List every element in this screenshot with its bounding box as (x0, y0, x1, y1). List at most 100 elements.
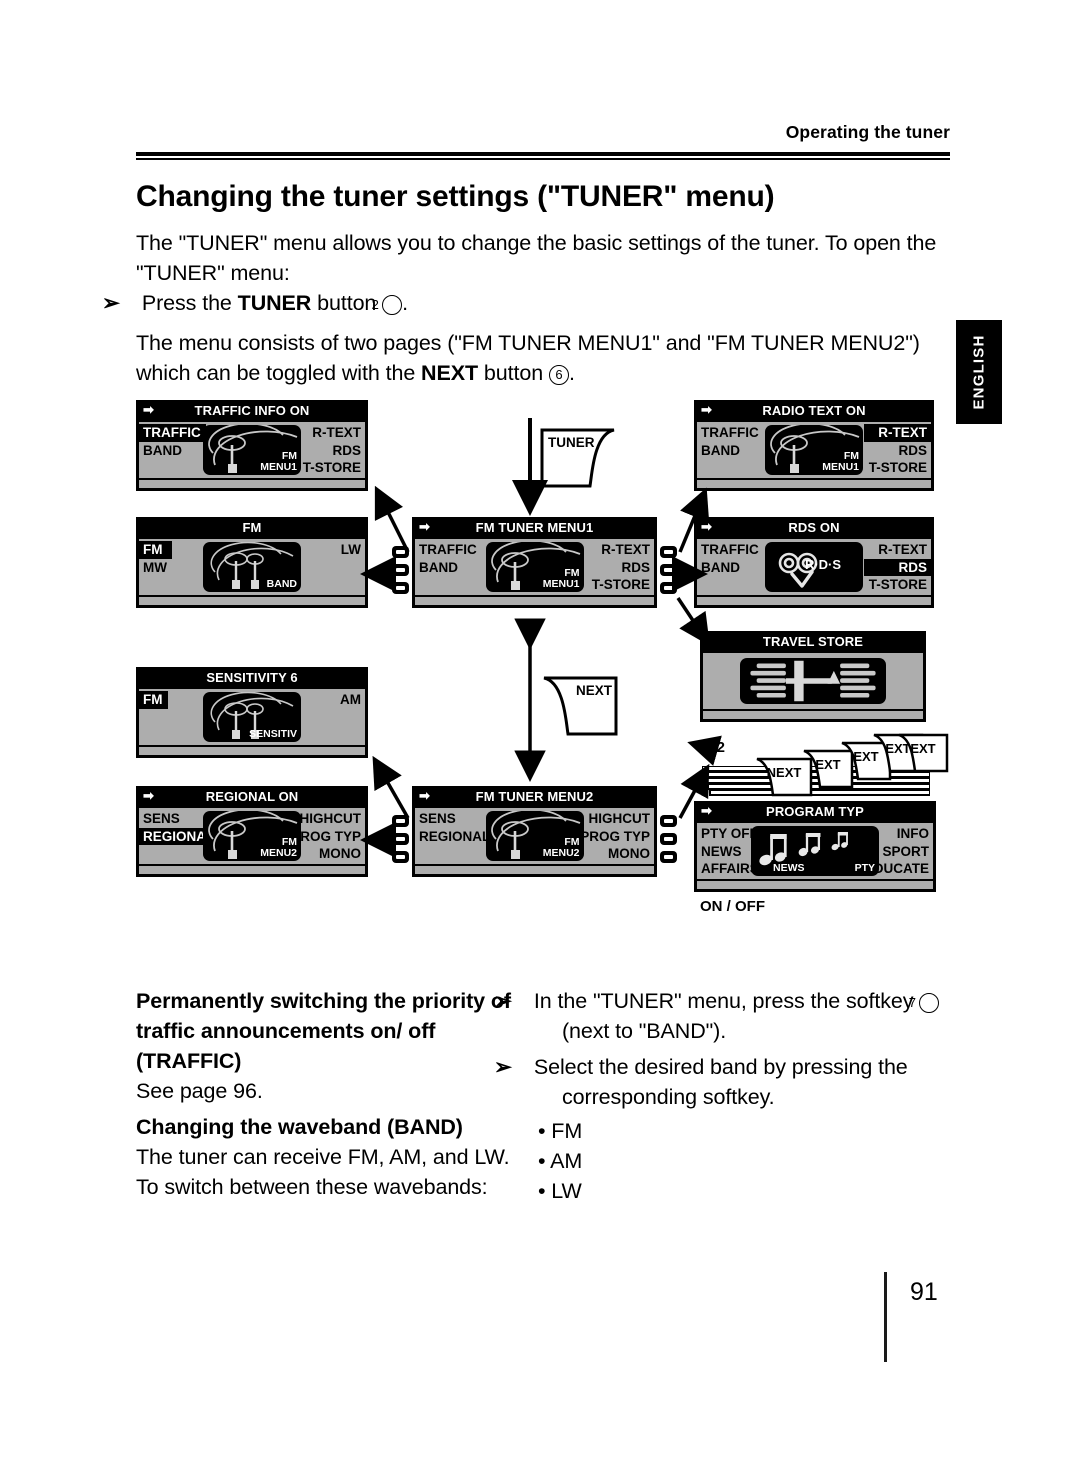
softkey-label[interactable]: RDS (587, 559, 654, 577)
softkey-button-menu2-left-3[interactable] (392, 851, 409, 863)
tuner-card[interactable]: TUNER (540, 428, 616, 488)
softkey-label[interactable]: MONO (575, 845, 654, 863)
softkey-label[interactable]: BAND (415, 559, 482, 577)
callout-number-2: 2 (372, 295, 403, 315)
panel-left-softkey-labels: TRAFFIC BAND (139, 424, 206, 459)
softkey-label[interactable]: T-STORE (864, 576, 931, 594)
onoff-label: ON / OFF (700, 898, 765, 915)
language-tab-english: ENGLISH (956, 320, 1002, 424)
callout-number-7: 7 (909, 993, 940, 1013)
next-card-label: NEXT (575, 683, 612, 698)
softkey-label[interactable]: TRAFFIC (697, 541, 764, 559)
softkey-label[interactable]: RDS (298, 442, 365, 460)
softkey-label[interactable]: R-TEXT (864, 541, 931, 559)
softkey-label[interactable]: T-STORE (587, 576, 654, 594)
softkey-label[interactable]: HIGHCUT (575, 810, 654, 828)
panel-right-softkey-labels: R-TEXT RDS T-STORE (863, 541, 931, 594)
softkey-button-menu1-right-3[interactable] (660, 582, 677, 594)
softkey-button-menu1-right-2[interactable] (660, 564, 677, 576)
antenna-one-icon: FM MENU1 (765, 425, 863, 475)
band-step-2-text: Select the desired band by pressing the … (533, 1055, 908, 1109)
running-head: Operating the tuner (785, 122, 950, 142)
panel-title-text: PROGRAM TYP (766, 803, 864, 819)
panel-footer-bar (697, 597, 931, 605)
softkey-button-menu2-left-1[interactable] (392, 815, 409, 827)
softkey-label[interactable]: R-TEXT (298, 424, 365, 442)
softkey-label[interactable]: TRAFFIC (697, 424, 764, 442)
softkey-label[interactable]: REGIONAL (415, 828, 495, 846)
softkey-button-menu1-left-2[interactable] (392, 564, 409, 576)
intro-paragraph-1: The "TUNER" menu allows you to change th… (136, 231, 937, 285)
softkey-button-menu1-left-3[interactable] (392, 582, 409, 594)
softkey-label[interactable]: BAND (697, 559, 764, 577)
softkey-button-menu1-right-1[interactable] (660, 546, 677, 558)
page-title: Changing the tuner settings ("TUNER" men… (136, 180, 775, 213)
softkey-button-menu2-right-2[interactable] (660, 833, 677, 845)
panel-title-text: RADIO TEXT ON (762, 402, 866, 418)
antenna-one-icon: FM MENU1 (485, 542, 584, 592)
screen-tag: SENSITIV (249, 728, 297, 740)
softkey-label[interactable]: BAND (139, 442, 206, 460)
softkey-button-menu2-right-1[interactable] (660, 815, 677, 827)
softkey-label[interactable]: R-TEXT (587, 541, 654, 559)
panel-footer-bar (139, 747, 365, 755)
menu-pages-text-post: . (568, 361, 575, 385)
softkey-label[interactable]: T-STORE (298, 459, 365, 477)
softkey-label[interactable]: TRAFFIC (415, 541, 482, 559)
panel-body: PTY OFF NEWS AFFAIRS INFO SPORT EDUCATE NEWS PT… (697, 823, 933, 879)
panel-body: FM AM SENSITIV (139, 689, 365, 745)
panel-title-bar: ➡ TRAFFIC INFO ON (143, 402, 310, 418)
panel-body (703, 653, 923, 709)
panel-title-text: REGIONAL ON (205, 788, 299, 804)
display-panel-program-typ: ➡ PROGRAM TYP PTY OFF NEWS AFFAIRS INFO SPORT E… (694, 801, 936, 892)
bottom-right-column: ➢ In the "TUNER" menu, press the softkey… (494, 986, 948, 1206)
panel-body: SENS REGIONAL HIGHCUT PROG TYP MONO FM MENU2 (415, 808, 654, 864)
panel-title-bar: ➡ FM TUNER MENU1 (419, 519, 594, 535)
softkey-label[interactable]: LW (336, 541, 365, 559)
softkey-button-menu2-right-3[interactable] (660, 851, 677, 863)
softkey-label[interactable]: MW (139, 559, 172, 577)
display-panel-traffic-info-on: ➡ TRAFFIC INFO ON TRAFFIC BAND R-TEXT RDS T-ST… (136, 400, 368, 491)
panel-right-softkey-labels: AM (335, 691, 365, 709)
softkey-label[interactable]: R-TEXT (863, 424, 931, 442)
softkey-label[interactable]: SENS (415, 810, 495, 828)
softkey-label[interactable]: RDS (864, 442, 931, 460)
softkey-label[interactable]: TRAFFIC (139, 424, 206, 442)
panel-title-bar: ➡ REGIONAL ON (143, 788, 299, 804)
band-heading: Changing the waveband (BAND) (136, 1115, 463, 1139)
stack-tab-card-5[interactable]: EXT (897, 733, 949, 773)
panel-body: TRAFFIC BAND R-TEXT RDS T-STORE FM MENU1 (415, 539, 654, 595)
panel-body: FM MW LW BAND (139, 539, 365, 595)
softkey-label[interactable]: PROG TYP (575, 828, 654, 846)
panel-title-text: SENSITIVITY 6 (206, 669, 298, 685)
manual-page: Operating the tuner Changing the tuner s… (0, 0, 1080, 1460)
softkey-label[interactable]: FM (139, 691, 168, 709)
display-panel-fm-band: FM FM MW LW BAND (136, 517, 368, 608)
panel-title-bar: FM (136, 517, 368, 537)
antenna-two-icon: BAND (203, 542, 301, 592)
next-card[interactable]: NEXT (542, 676, 618, 736)
stack-tab-label: EXT (910, 741, 936, 756)
tuner-button-name: TUNER (237, 291, 312, 315)
softkey-button-menu1-left-1[interactable] (392, 546, 409, 558)
panel-right-softkey-labels: R-TEXT RDS T-STORE (298, 424, 365, 477)
panel-title-text: FM TUNER MENU2 (475, 788, 594, 804)
softkey-label[interactable]: T-STORE (864, 459, 931, 477)
display-panel-rds-on: ➡ RDS ON TRAFFIC BAND R-TEXT RDS T-STORE R·D·S (694, 517, 934, 608)
svg-text:R·D·S: R·D·S (805, 557, 841, 572)
softkey-label[interactable]: RDS (863, 558, 931, 577)
panel-body: TRAFFIC BAND R-TEXT RDS T-STORE FM MENU1 (697, 422, 931, 478)
panel-left-softkey-labels: FM MW (139, 541, 172, 576)
screen-tag: NEWS (773, 862, 805, 874)
band-list-item: • LW (538, 1179, 582, 1203)
callout-number-6: 6 (548, 365, 569, 385)
display-panel-regional-on: ➡ REGIONAL ON SENS REGIONAL HIGHCUT PROG TYP M… (136, 786, 368, 877)
screen-tag: PTY (854, 862, 875, 874)
panel-left-softkey-labels: TRAFFIC BAND (697, 424, 764, 459)
softkey-label[interactable]: AM (335, 691, 365, 709)
softkey-label[interactable]: FM (139, 541, 172, 559)
traffic-heading: Permanently switching the priority of tr… (136, 989, 511, 1073)
softkey-label[interactable]: BAND (697, 442, 764, 460)
softkey-button-menu2-left-2[interactable] (392, 833, 409, 845)
menu-pages-text-mid: button (478, 361, 549, 385)
